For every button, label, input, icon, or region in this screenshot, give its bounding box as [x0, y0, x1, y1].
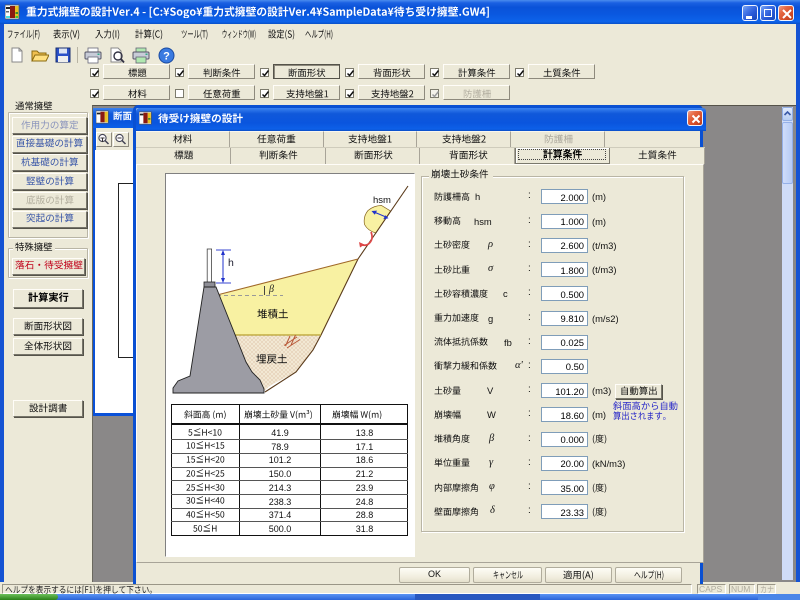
- svg-text:?: ?: [163, 51, 170, 63]
